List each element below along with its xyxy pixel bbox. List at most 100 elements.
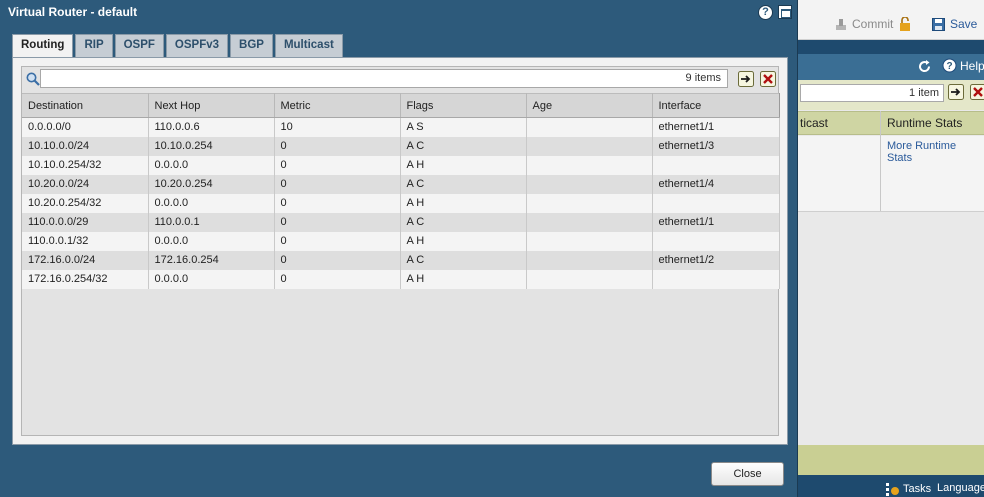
destination-cell: 10.20.0.254/32 bbox=[22, 193, 149, 213]
destination-cell: 10.10.0.254/32 bbox=[22, 155, 149, 175]
more-runtime-stats-link[interactable]: More Runtime Stats bbox=[887, 140, 984, 164]
metric-cell: 0 bbox=[274, 269, 401, 289]
age-cell bbox=[526, 231, 653, 251]
next-hop-cell: 0.0.0.0 bbox=[148, 231, 275, 251]
age-cell bbox=[526, 117, 653, 137]
interface-cell: ethernet1/1 bbox=[652, 117, 780, 137]
interface-cell bbox=[652, 231, 780, 251]
language-button[interactable]: Language bbox=[937, 482, 984, 494]
commit-button[interactable]: Commit bbox=[834, 17, 893, 31]
tasks-button[interactable]: Tasks bbox=[886, 482, 931, 496]
dialog-title: Virtual Router - default bbox=[8, 5, 138, 19]
destination-cell: 0.0.0.0/0 bbox=[22, 117, 149, 137]
close-button[interactable]: Close bbox=[711, 462, 784, 486]
save-button[interactable]: Save bbox=[932, 17, 977, 31]
flags-cell: A H bbox=[400, 155, 527, 175]
next-hop-cell: 110.0.0.1 bbox=[148, 212, 275, 232]
help-icon: ? bbox=[942, 58, 957, 73]
destination-cell: 10.10.0.0/24 bbox=[22, 136, 149, 156]
table-row[interactable]: 110.0.0.0/29 110.0.0.1 0 A C ethernet1/1 bbox=[22, 212, 780, 232]
next-hop-cell: 172.16.0.254 bbox=[148, 250, 275, 270]
metric-cell: 10 bbox=[274, 117, 401, 137]
clear-icon[interactable] bbox=[970, 84, 984, 100]
column-header-metric[interactable]: Metric bbox=[274, 93, 401, 118]
flags-cell: A C bbox=[400, 174, 527, 194]
go-icon[interactable] bbox=[948, 84, 964, 100]
tasks-icon bbox=[886, 483, 899, 496]
age-cell bbox=[526, 136, 653, 156]
table-row[interactable]: 172.16.0.254/32 0.0.0.0 0 A H bbox=[22, 269, 780, 289]
tab-bar: Routing RIP OSPF OSPFv3 BGP Multicast bbox=[12, 34, 343, 58]
lock-icon[interactable] bbox=[899, 17, 911, 31]
next-hop-cell: 0.0.0.0 bbox=[148, 269, 275, 289]
destination-cell: 172.16.0.0/24 bbox=[22, 250, 149, 270]
age-cell bbox=[526, 174, 653, 194]
search-input[interactable]: 9 items bbox=[40, 69, 728, 88]
tab-routing[interactable]: Routing bbox=[12, 34, 74, 58]
virtual-router-dialog: Virtual Router - default ? Routing RIP O… bbox=[0, 0, 798, 497]
tab-multicast[interactable]: Multicast bbox=[274, 34, 343, 57]
routing-table-container: 9 items Destination Next Hop Metric Flag… bbox=[21, 66, 780, 436]
table-row[interactable]: 10.10.0.0/24 10.10.0.254 0 A C ethernet1/3 bbox=[22, 136, 780, 156]
metric-cell: 0 bbox=[274, 212, 401, 232]
metric-cell: 0 bbox=[274, 193, 401, 213]
column-header-age[interactable]: Age bbox=[526, 93, 653, 118]
help-button[interactable]: ? Help bbox=[942, 58, 984, 73]
tab-rip[interactable]: RIP bbox=[75, 34, 113, 57]
save-label: Save bbox=[950, 17, 978, 31]
column-header-destination[interactable]: Destination bbox=[22, 93, 149, 118]
flags-cell: A S bbox=[400, 117, 527, 137]
column-divider bbox=[880, 111, 881, 211]
flags-cell: A C bbox=[400, 212, 527, 232]
next-hop-cell: 10.10.0.254 bbox=[148, 136, 275, 156]
column-header-interface[interactable]: Interface bbox=[652, 93, 780, 118]
metric-cell: 0 bbox=[274, 136, 401, 156]
flags-cell: A C bbox=[400, 136, 527, 156]
column-header-multicast[interactable]: ticast bbox=[800, 116, 828, 130]
destination-cell: 110.0.0.1/32 bbox=[22, 231, 149, 251]
interface-cell bbox=[652, 193, 780, 213]
tab-bgp[interactable]: BGP bbox=[230, 34, 273, 57]
column-header-runtime-stats[interactable]: Runtime Stats bbox=[887, 116, 962, 130]
save-icon bbox=[932, 17, 945, 31]
next-hop-cell: 10.20.0.254 bbox=[148, 174, 275, 194]
tab-ospf[interactable]: OSPF bbox=[114, 34, 164, 57]
destination-cell: 110.0.0.0/29 bbox=[22, 212, 149, 232]
table-row[interactable]: 10.20.0.0/24 10.20.0.254 0 A C ethernet1/4 bbox=[22, 174, 780, 194]
age-cell bbox=[526, 155, 653, 175]
flags-cell: A H bbox=[400, 231, 527, 251]
maximize-icon[interactable] bbox=[778, 5, 792, 19]
table-row[interactable]: 110.0.0.1/32 0.0.0.0 0 A H bbox=[22, 231, 780, 251]
table-row[interactable]: 10.10.0.254/32 0.0.0.0 0 A H bbox=[22, 155, 780, 175]
age-cell bbox=[526, 193, 653, 213]
table-row[interactable]: 0.0.0.0/0 110.0.0.6 10 A S ethernet1/1 bbox=[22, 117, 780, 137]
interface-cell bbox=[652, 269, 780, 289]
table-row[interactable]: 172.16.0.0/24 172.16.0.254 0 A C ethernet1/2 bbox=[22, 250, 780, 270]
help-icon[interactable]: ? bbox=[758, 5, 773, 20]
interface-cell: ethernet1/2 bbox=[652, 250, 780, 270]
routing-panel: 9 items Destination Next Hop Metric Flag… bbox=[12, 57, 788, 445]
column-header-flags[interactable]: Flags bbox=[400, 93, 527, 118]
metric-cell: 0 bbox=[274, 231, 401, 251]
flags-cell: A H bbox=[400, 269, 527, 289]
commit-icon bbox=[836, 19, 846, 30]
refresh-icon[interactable] bbox=[917, 59, 932, 74]
background-search-input[interactable]: 1 item bbox=[800, 84, 944, 102]
tab-ospfv3[interactable]: OSPFv3 bbox=[165, 34, 229, 57]
tasks-label: Tasks bbox=[903, 483, 932, 495]
svg-text:?: ? bbox=[946, 61, 952, 72]
search-icon bbox=[26, 72, 40, 86]
help-label: Help bbox=[960, 58, 984, 73]
routing-table: Destination Next Hop Metric Flags Age In… bbox=[22, 93, 780, 289]
age-cell bbox=[526, 269, 653, 289]
metric-cell: 0 bbox=[274, 155, 401, 175]
metric-cell: 0 bbox=[274, 250, 401, 270]
interface-cell: ethernet1/4 bbox=[652, 174, 780, 194]
column-header-next-hop[interactable]: Next Hop bbox=[148, 93, 275, 118]
next-hop-cell: 110.0.0.6 bbox=[148, 117, 275, 137]
clear-icon[interactable] bbox=[760, 71, 776, 87]
go-icon[interactable] bbox=[738, 71, 754, 87]
table-row[interactable]: 10.20.0.254/32 0.0.0.0 0 A H bbox=[22, 193, 780, 213]
destination-cell: 10.20.0.0/24 bbox=[22, 174, 149, 194]
next-hop-cell: 0.0.0.0 bbox=[148, 155, 275, 175]
